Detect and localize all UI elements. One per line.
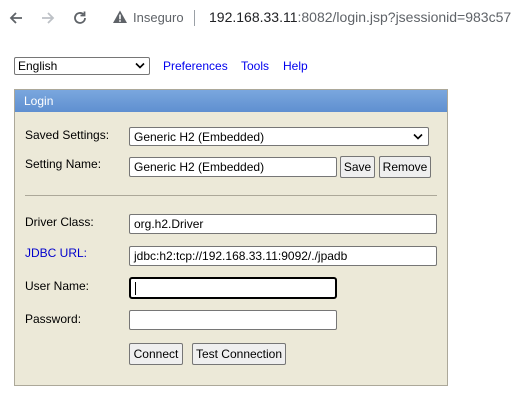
back-arrow-icon [9, 12, 22, 24]
chevron-down-icon [413, 133, 423, 140]
preferences-link[interactable]: Preferences [163, 59, 228, 73]
driver-class-input[interactable]: org.h2.Driver [129, 214, 437, 234]
jdbc-url-link[interactable]: JDBC URL: [25, 246, 87, 260]
setting-name-label: Setting Name: [25, 157, 102, 171]
saved-settings-select[interactable]: Generic H2 (Embedded) [129, 127, 429, 146]
help-link[interactable]: Help [283, 59, 308, 73]
login-panel: Login Saved Settings: Generic H2 (Embedd… [14, 89, 448, 386]
user-name-input[interactable] [129, 277, 337, 299]
url-path: :8082/login.jsp?jsessionid=983c57b [297, 9, 512, 25]
forward-button[interactable] [38, 8, 58, 28]
user-name-label: User Name: [25, 279, 90, 293]
saved-settings-value: Generic H2 (Embedded) [134, 129, 265, 144]
warning-icon[interactable] [112, 9, 128, 25]
connect-button[interactable]: Connect [129, 343, 183, 365]
password-label: Password: [25, 312, 82, 326]
language-select[interactable]: English [14, 57, 150, 75]
panel-title: Login [15, 90, 447, 112]
insecure-label[interactable]: Inseguro [133, 10, 184, 25]
forward-arrow-icon [42, 12, 55, 24]
text-cursor [135, 281, 136, 295]
setting-name-value: Generic H2 (Embedded) [134, 160, 265, 174]
top-bar: English Preferences Tools Help [14, 57, 454, 75]
chevron-down-icon [135, 62, 145, 69]
save-button[interactable]: Save [340, 156, 375, 178]
address-bar[interactable]: 192.168.33.11:8082/login.jsp?jsessionid=… [209, 9, 512, 25]
jdbc-url-input[interactable]: jdbc:h2:tcp://192.168.33.11:9092/./jpadb [129, 246, 437, 266]
saved-settings-label: Saved Settings: [25, 128, 110, 142]
password-input[interactable] [129, 310, 337, 330]
remove-button[interactable]: Remove [379, 156, 431, 178]
tools-link[interactable]: Tools [241, 59, 269, 73]
reload-button[interactable] [70, 8, 90, 28]
driver-class-value: org.h2.Driver [134, 217, 204, 231]
url-host: 192.168.33.11 [209, 9, 298, 25]
browser-toolbar: Inseguro 192.168.33.11:8082/login.jsp?js… [0, 0, 512, 36]
jdbc-url-value: jdbc:h2:tcp://192.168.33.11:9092/./jpadb [134, 249, 348, 263]
separator [25, 195, 437, 196]
driver-class-label: Driver Class: [25, 215, 94, 229]
language-value: English [18, 59, 58, 73]
reload-icon [74, 11, 86, 24]
back-button[interactable] [6, 8, 26, 28]
address-divider [194, 10, 195, 26]
test-connection-button[interactable]: Test Connection [192, 343, 286, 365]
setting-name-input[interactable]: Generic H2 (Embedded) [129, 157, 337, 177]
